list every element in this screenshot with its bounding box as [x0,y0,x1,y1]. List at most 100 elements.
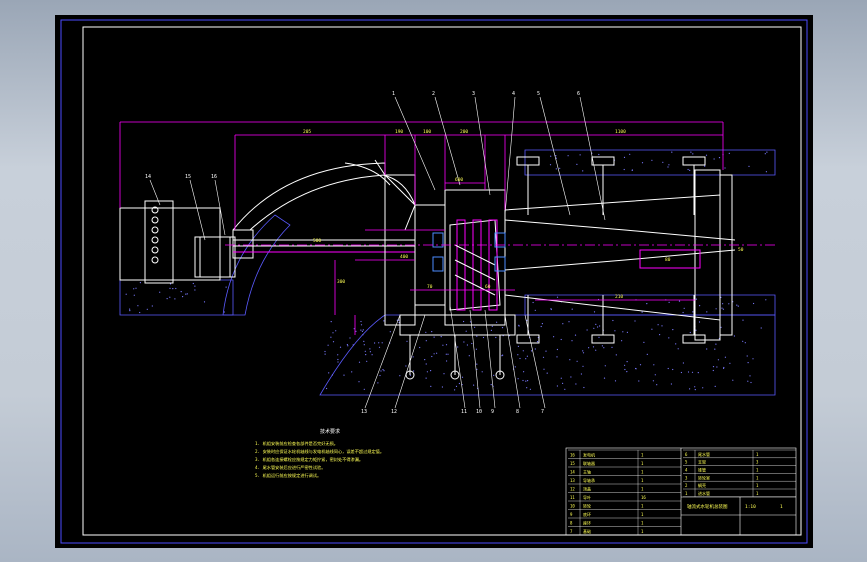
concrete-dot [339,346,342,348]
concrete-dot [337,354,339,356]
concrete-dot [692,311,694,313]
concrete-dots [125,151,768,391]
concrete-dot [133,294,135,296]
dimension-label: 205 [303,129,311,135]
concrete-dot [405,365,407,367]
concrete-dot [659,334,661,336]
concrete-dot [722,308,725,310]
concrete-dot [556,356,558,358]
concrete-dot [517,378,519,380]
note-line: 1. 机组安装前应检查各部件是否完好无损。 [255,440,338,447]
table-cell: 1 [756,475,759,480]
leader-labels-left: 14 15 16 [145,174,217,180]
concrete-dot [611,346,613,348]
concrete-dot [346,344,348,346]
concrete-dot [682,362,685,364]
concrete-dot [514,366,516,368]
table-cell: 5 [685,460,688,465]
concrete-dot [764,153,766,155]
concrete-dot [687,168,689,171]
concrete-dot [746,355,748,357]
concrete-dot [458,382,460,385]
concrete-dot [351,371,353,373]
leader-label: 15 [185,174,191,180]
concrete-dot [721,307,723,309]
concrete-dot [366,360,368,362]
table-cell: 2 [685,483,688,488]
concrete-dot [379,374,381,377]
concrete-dot [549,164,552,166]
concrete-dot [135,287,137,289]
dimension-label: 50 [738,247,744,253]
sheet-number: 1 [780,504,783,510]
concrete-dot [360,320,362,323]
concrete-dot [592,346,595,348]
concrete-dot [129,310,131,312]
concrete-dot [717,359,720,361]
concrete-dot [365,354,367,356]
concrete-dot [737,305,739,307]
table-cell: 1 [641,503,644,508]
concrete-dot [443,373,445,375]
concrete-dot [192,282,194,285]
concrete-dot [185,293,187,295]
concrete-dot [603,347,605,349]
concrete-dot [672,329,674,331]
table-cell: 导轴承 [583,477,595,483]
concrete-dot [425,331,427,333]
concrete-dot [678,300,681,302]
concrete-dot [560,377,562,379]
concrete-dot [476,363,478,365]
concrete-dot [194,285,196,287]
concrete-dot [550,308,552,311]
concrete-dot [166,298,168,300]
concrete-dot [682,311,684,314]
concrete-dot [330,321,332,323]
concrete-dot [668,337,670,339]
dimension-label: 80 [665,257,671,263]
concrete-dot [377,382,379,384]
table-cell: 联轴器 [583,460,595,466]
concrete-dot [691,371,694,373]
concrete-dot [490,384,492,386]
drawing-title: 轴流式水轮机总装图 [687,503,728,510]
concrete-dot [747,380,749,382]
note-line: 4. 尾水管安装后应进行严密性试验。 [255,464,325,471]
concrete-dot [728,303,730,305]
concrete-dot [530,350,533,352]
concrete-dot [662,161,664,163]
spiral-casing [232,159,416,231]
concrete-dot [603,377,606,379]
concrete-dot [689,388,691,390]
concrete-dot [744,342,746,344]
leader-label: 13 [361,409,367,415]
concrete-dot [598,336,600,338]
concrete-dot [441,386,443,388]
concrete-dot [463,341,465,343]
concrete-dot [595,323,597,325]
concrete-dot [463,320,465,323]
table-cell: 8 [570,520,573,525]
concrete-dot [526,387,528,389]
concrete-dot [172,288,174,290]
title-block [565,447,797,536]
concrete-dot [753,302,755,305]
concrete-dot [574,334,577,336]
concrete-dot [742,319,744,321]
concrete-dot [137,305,139,307]
concrete-dot [582,365,584,367]
concrete-dot [668,164,670,166]
table-cell: 顶盖 [583,485,591,491]
concrete-dot [651,159,653,161]
concrete-dot [358,381,360,383]
concrete-dot [712,366,715,368]
leader-labels-top: 1 2 3 4 5 6 [392,91,580,97]
concrete-dot [750,381,752,384]
concrete-dot [169,296,171,298]
concrete-dot [493,374,495,376]
concrete-dot [330,336,332,338]
concrete-dot [556,385,558,387]
concrete-dot [626,371,628,373]
concrete-dot [638,380,640,382]
concrete-dot [139,311,141,314]
